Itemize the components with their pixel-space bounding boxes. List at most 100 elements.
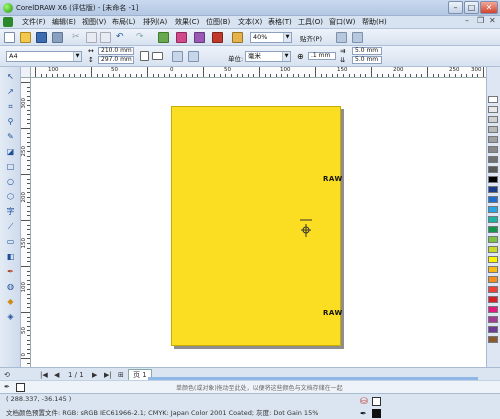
- eyedropper-tool-icon[interactable]: ✒: [5, 266, 16, 277]
- palette-swatch[interactable]: [488, 106, 498, 113]
- undo-icon[interactable]: ↶: [116, 32, 127, 43]
- palette-swatch[interactable]: [488, 136, 498, 143]
- ellipse-tool-icon[interactable]: ○: [5, 176, 16, 187]
- palette-swatch[interactable]: [488, 276, 498, 283]
- horizontal-ruler[interactable]: 100 50 0 50 100 150 200 250 300: [31, 67, 486, 78]
- eyedropper-icon[interactable]: ✒: [4, 383, 10, 391]
- redo-icon[interactable]: ↷: [136, 32, 147, 43]
- smart-fill-tool-icon[interactable]: ◪: [5, 146, 16, 157]
- palette-swatch[interactable]: [488, 316, 498, 323]
- menu-help[interactable]: 帮助(H): [362, 17, 387, 27]
- menu-arrange[interactable]: 排列(A): [143, 17, 167, 27]
- snap-to-button[interactable]: 贴齐(P): [300, 33, 322, 43]
- shape-tool-icon[interactable]: ↗: [5, 86, 16, 97]
- palette-swatch[interactable]: [488, 226, 498, 233]
- duplicate-distance-y-field[interactable]: 5.0 mm: [352, 56, 382, 64]
- palette-swatch[interactable]: [488, 306, 498, 313]
- previous-page-icon[interactable]: ◀: [54, 371, 59, 379]
- palette-swatch[interactable]: [488, 256, 498, 263]
- text-tool-icon[interactable]: 字: [5, 206, 16, 217]
- paste-icon[interactable]: [100, 32, 111, 43]
- palette-swatch[interactable]: [488, 296, 498, 303]
- palette-swatch[interactable]: [488, 156, 498, 163]
- rectangle-tool-icon[interactable]: □: [5, 161, 16, 172]
- menu-file[interactable]: 文件(F): [22, 17, 46, 27]
- zoom-level-dropdown[interactable]: 40% ▼: [250, 32, 292, 43]
- close-button[interactable]: ✕: [480, 1, 498, 14]
- application-icon[interactable]: [352, 32, 363, 43]
- import-icon[interactable]: [158, 32, 169, 43]
- options-icon[interactable]: [336, 32, 347, 43]
- print-icon[interactable]: [52, 32, 63, 43]
- no-color-swatch[interactable]: [16, 383, 25, 392]
- menu-window[interactable]: 窗口(W): [329, 17, 355, 27]
- palette-swatch[interactable]: [488, 196, 498, 203]
- open-folder-icon[interactable]: [20, 32, 31, 43]
- raw-text-bottom[interactable]: RAW: [323, 309, 343, 317]
- fill-none-swatch[interactable]: [372, 397, 381, 406]
- paper-size-dropdown[interactable]: A4 ▼: [6, 51, 82, 62]
- menu-layout[interactable]: 布局(L): [112, 17, 135, 27]
- vertical-ruler[interactable]: 300 250 200 150 100 50 0: [21, 78, 31, 367]
- menu-table[interactable]: 表格(T): [268, 17, 292, 27]
- palette-swatch[interactable]: [488, 186, 498, 193]
- export-icon[interactable]: [176, 32, 187, 43]
- publish-pdf-icon[interactable]: [194, 32, 205, 43]
- next-page-icon[interactable]: ▶: [92, 371, 97, 379]
- palette-swatch[interactable]: [488, 326, 498, 333]
- connector-tool-icon[interactable]: ▭: [5, 236, 16, 247]
- page-width-field[interactable]: 210.0 mm: [98, 47, 134, 55]
- palette-swatch[interactable]: [488, 236, 498, 243]
- color-profile-info[interactable]: 文档颜色预置文件: RGB: sRGB IEC61966-2.1; CMYK: …: [6, 407, 318, 417]
- menu-view[interactable]: 视图(V): [82, 17, 106, 27]
- minimize-button[interactable]: –: [448, 1, 463, 14]
- palette-swatch[interactable]: [488, 246, 498, 253]
- cut-icon[interactable]: ✂: [72, 32, 83, 43]
- save-icon[interactable]: [36, 32, 47, 43]
- menu-edit[interactable]: 编辑(E): [52, 17, 76, 27]
- welcome-screen-icon[interactable]: [232, 32, 243, 43]
- current-page-icon[interactable]: [188, 51, 199, 62]
- palette-swatch[interactable]: [488, 116, 498, 123]
- units-dropdown[interactable]: 毫米 ▼: [245, 51, 291, 62]
- palette-swatch[interactable]: [488, 176, 498, 183]
- menu-effects[interactable]: 效果(C): [175, 17, 199, 27]
- palette-swatch[interactable]: [488, 126, 498, 133]
- fill-tool-icon[interactable]: ◆: [5, 296, 16, 307]
- first-page-icon[interactable]: |◀: [40, 371, 48, 379]
- freehand-tool-icon[interactable]: ✎: [5, 131, 16, 142]
- new-document-icon[interactable]: [4, 32, 15, 43]
- zoom-tool-icon[interactable]: ⚲: [5, 116, 16, 127]
- blend-tool-icon[interactable]: ◧: [5, 251, 16, 262]
- ruler-origin[interactable]: [21, 67, 31, 78]
- menu-tools[interactable]: 工具(O): [298, 17, 323, 27]
- outline-color-swatch[interactable]: [372, 409, 381, 418]
- menu-close-icon[interactable]: ✕: [489, 16, 496, 25]
- raw-text-top[interactable]: RAW: [323, 175, 343, 183]
- menu-minimize-icon[interactable]: –: [465, 16, 469, 25]
- page-height-field[interactable]: 297.0 mm: [98, 56, 134, 64]
- palette-swatch[interactable]: [488, 146, 498, 153]
- portrait-icon[interactable]: [140, 51, 149, 61]
- duplicate-distance-x-field[interactable]: 5.0 mm: [352, 47, 382, 55]
- add-page-icon[interactable]: ⊞: [118, 371, 124, 379]
- palette-swatch[interactable]: [488, 336, 498, 343]
- parallel-dimension-tool-icon[interactable]: ⟋: [5, 221, 16, 232]
- pick-tool-icon[interactable]: ↖: [5, 71, 16, 82]
- palette-swatch[interactable]: [488, 166, 498, 173]
- palette-swatch[interactable]: [488, 266, 498, 273]
- landscape-icon[interactable]: [152, 52, 163, 60]
- palette-swatch[interactable]: [488, 216, 498, 223]
- crop-tool-icon[interactable]: ⌗: [5, 101, 16, 112]
- copy-icon[interactable]: [86, 32, 97, 43]
- last-page-icon[interactable]: ▶|: [104, 371, 112, 379]
- maximize-button[interactable]: □: [464, 1, 479, 14]
- refresh-page-icon[interactable]: ⟲: [4, 371, 10, 379]
- menu-bitmaps[interactable]: 位图(B): [206, 17, 230, 27]
- menu-text[interactable]: 文本(X): [238, 17, 262, 27]
- application-launcher-icon[interactable]: [212, 32, 223, 43]
- all-pages-icon[interactable]: [172, 51, 183, 62]
- palette-swatch[interactable]: [488, 286, 498, 293]
- polygon-tool-icon[interactable]: ⬡: [5, 191, 16, 202]
- nudge-distance-field[interactable]: .1 mm: [308, 52, 336, 60]
